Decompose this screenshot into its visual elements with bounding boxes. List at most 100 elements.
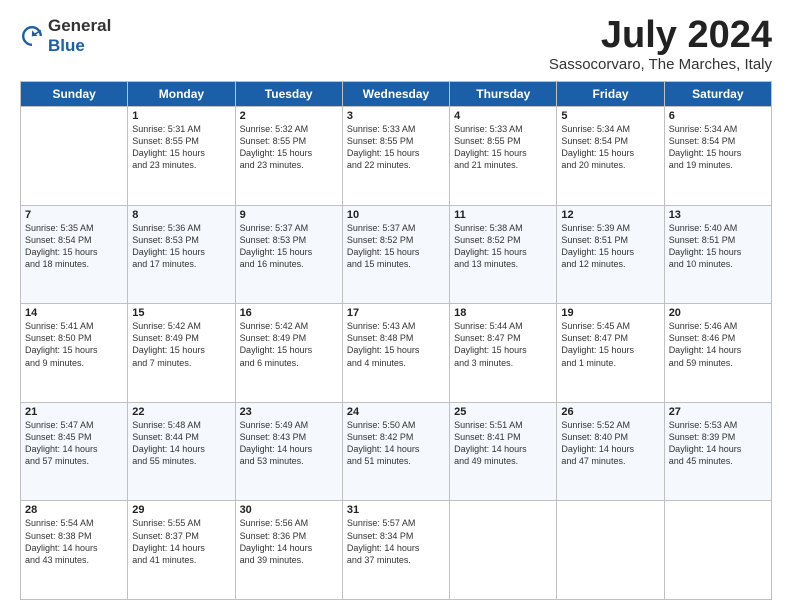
calendar-cell: 18Sunrise: 5:44 AM Sunset: 8:47 PM Dayli… <box>450 304 557 403</box>
calendar-cell: 1Sunrise: 5:31 AM Sunset: 8:55 PM Daylig… <box>128 107 235 206</box>
day-number: 21 <box>25 406 123 418</box>
day-content: Sunrise: 5:46 AM Sunset: 8:46 PM Dayligh… <box>669 320 767 369</box>
calendar-cell: 13Sunrise: 5:40 AM Sunset: 8:51 PM Dayli… <box>664 205 771 304</box>
day-content: Sunrise: 5:43 AM Sunset: 8:48 PM Dayligh… <box>347 320 445 369</box>
day-content: Sunrise: 5:45 AM Sunset: 8:47 PM Dayligh… <box>561 320 659 369</box>
calendar-week-2: 7Sunrise: 5:35 AM Sunset: 8:54 PM Daylig… <box>21 205 772 304</box>
day-content: Sunrise: 5:41 AM Sunset: 8:50 PM Dayligh… <box>25 320 123 369</box>
day-number: 24 <box>347 406 445 418</box>
day-content: Sunrise: 5:31 AM Sunset: 8:55 PM Dayligh… <box>132 123 230 172</box>
day-content: Sunrise: 5:33 AM Sunset: 8:55 PM Dayligh… <box>347 123 445 172</box>
day-content: Sunrise: 5:42 AM Sunset: 8:49 PM Dayligh… <box>240 320 338 369</box>
calendar-cell <box>450 501 557 600</box>
day-content: Sunrise: 5:55 AM Sunset: 8:37 PM Dayligh… <box>132 517 230 566</box>
day-number: 11 <box>454 209 552 221</box>
page: General Blue July 2024 Sassocorvaro, The… <box>0 0 792 612</box>
day-content: Sunrise: 5:35 AM Sunset: 8:54 PM Dayligh… <box>25 222 123 271</box>
month-title: July 2024 <box>549 16 772 54</box>
day-content: Sunrise: 5:40 AM Sunset: 8:51 PM Dayligh… <box>669 222 767 271</box>
day-number: 12 <box>561 209 659 221</box>
day-header-tuesday: Tuesday <box>235 82 342 107</box>
calendar-cell: 27Sunrise: 5:53 AM Sunset: 8:39 PM Dayli… <box>664 402 771 501</box>
day-number: 10 <box>347 209 445 221</box>
day-number: 20 <box>669 307 767 319</box>
day-header-friday: Friday <box>557 82 664 107</box>
calendar-cell: 3Sunrise: 5:33 AM Sunset: 8:55 PM Daylig… <box>342 107 449 206</box>
day-number: 4 <box>454 110 552 122</box>
day-content: Sunrise: 5:51 AM Sunset: 8:41 PM Dayligh… <box>454 419 552 468</box>
day-number: 14 <box>25 307 123 319</box>
calendar-cell: 5Sunrise: 5:34 AM Sunset: 8:54 PM Daylig… <box>557 107 664 206</box>
day-content: Sunrise: 5:34 AM Sunset: 8:54 PM Dayligh… <box>561 123 659 172</box>
day-content: Sunrise: 5:34 AM Sunset: 8:54 PM Dayligh… <box>669 123 767 172</box>
day-content: Sunrise: 5:56 AM Sunset: 8:36 PM Dayligh… <box>240 517 338 566</box>
day-number: 7 <box>25 209 123 221</box>
day-number: 1 <box>132 110 230 122</box>
day-content: Sunrise: 5:44 AM Sunset: 8:47 PM Dayligh… <box>454 320 552 369</box>
calendar-cell: 16Sunrise: 5:42 AM Sunset: 8:49 PM Dayli… <box>235 304 342 403</box>
calendar-week-5: 28Sunrise: 5:54 AM Sunset: 8:38 PM Dayli… <box>21 501 772 600</box>
location-subtitle: Sassocorvaro, The Marches, Italy <box>549 56 772 73</box>
day-content: Sunrise: 5:52 AM Sunset: 8:40 PM Dayligh… <box>561 419 659 468</box>
day-content: Sunrise: 5:36 AM Sunset: 8:53 PM Dayligh… <box>132 222 230 271</box>
calendar-cell: 24Sunrise: 5:50 AM Sunset: 8:42 PM Dayli… <box>342 402 449 501</box>
calendar-cell: 9Sunrise: 5:37 AM Sunset: 8:53 PM Daylig… <box>235 205 342 304</box>
calendar-cell: 28Sunrise: 5:54 AM Sunset: 8:38 PM Dayli… <box>21 501 128 600</box>
day-number: 25 <box>454 406 552 418</box>
calendar-cell: 21Sunrise: 5:47 AM Sunset: 8:45 PM Dayli… <box>21 402 128 501</box>
calendar-cell: 22Sunrise: 5:48 AM Sunset: 8:44 PM Dayli… <box>128 402 235 501</box>
calendar-cell: 26Sunrise: 5:52 AM Sunset: 8:40 PM Dayli… <box>557 402 664 501</box>
calendar-cell: 8Sunrise: 5:36 AM Sunset: 8:53 PM Daylig… <box>128 205 235 304</box>
day-number: 31 <box>347 504 445 516</box>
day-number: 23 <box>240 406 338 418</box>
day-number: 6 <box>669 110 767 122</box>
calendar-cell: 30Sunrise: 5:56 AM Sunset: 8:36 PM Dayli… <box>235 501 342 600</box>
day-content: Sunrise: 5:32 AM Sunset: 8:55 PM Dayligh… <box>240 123 338 172</box>
day-number: 22 <box>132 406 230 418</box>
day-number: 18 <box>454 307 552 319</box>
calendar-week-1: 1Sunrise: 5:31 AM Sunset: 8:55 PM Daylig… <box>21 107 772 206</box>
day-number: 5 <box>561 110 659 122</box>
day-header-monday: Monday <box>128 82 235 107</box>
calendar-cell <box>557 501 664 600</box>
calendar-header-row: SundayMondayTuesdayWednesdayThursdayFrid… <box>21 82 772 107</box>
logo-text: General Blue <box>48 16 111 55</box>
calendar-cell: 11Sunrise: 5:38 AM Sunset: 8:52 PM Dayli… <box>450 205 557 304</box>
calendar-cell: 14Sunrise: 5:41 AM Sunset: 8:50 PM Dayli… <box>21 304 128 403</box>
calendar-week-4: 21Sunrise: 5:47 AM Sunset: 8:45 PM Dayli… <box>21 402 772 501</box>
day-content: Sunrise: 5:37 AM Sunset: 8:53 PM Dayligh… <box>240 222 338 271</box>
day-content: Sunrise: 5:53 AM Sunset: 8:39 PM Dayligh… <box>669 419 767 468</box>
calendar-cell <box>664 501 771 600</box>
calendar-cell: 19Sunrise: 5:45 AM Sunset: 8:47 PM Dayli… <box>557 304 664 403</box>
calendar-cell: 17Sunrise: 5:43 AM Sunset: 8:48 PM Dayli… <box>342 304 449 403</box>
day-header-wednesday: Wednesday <box>342 82 449 107</box>
day-number: 13 <box>669 209 767 221</box>
calendar-cell: 7Sunrise: 5:35 AM Sunset: 8:54 PM Daylig… <box>21 205 128 304</box>
title-block: July 2024 Sassocorvaro, The Marches, Ita… <box>549 16 772 73</box>
day-header-sunday: Sunday <box>21 82 128 107</box>
day-number: 29 <box>132 504 230 516</box>
day-content: Sunrise: 5:57 AM Sunset: 8:34 PM Dayligh… <box>347 517 445 566</box>
day-content: Sunrise: 5:50 AM Sunset: 8:42 PM Dayligh… <box>347 419 445 468</box>
header: General Blue July 2024 Sassocorvaro, The… <box>20 16 772 73</box>
day-number: 19 <box>561 307 659 319</box>
day-number: 3 <box>347 110 445 122</box>
day-content: Sunrise: 5:39 AM Sunset: 8:51 PM Dayligh… <box>561 222 659 271</box>
day-content: Sunrise: 5:48 AM Sunset: 8:44 PM Dayligh… <box>132 419 230 468</box>
calendar-cell: 25Sunrise: 5:51 AM Sunset: 8:41 PM Dayli… <box>450 402 557 501</box>
day-number: 30 <box>240 504 338 516</box>
day-header-thursday: Thursday <box>450 82 557 107</box>
calendar-cell <box>21 107 128 206</box>
day-number: 28 <box>25 504 123 516</box>
calendar-cell: 12Sunrise: 5:39 AM Sunset: 8:51 PM Dayli… <box>557 205 664 304</box>
calendar-cell: 29Sunrise: 5:55 AM Sunset: 8:37 PM Dayli… <box>128 501 235 600</box>
day-content: Sunrise: 5:37 AM Sunset: 8:52 PM Dayligh… <box>347 222 445 271</box>
calendar-cell: 15Sunrise: 5:42 AM Sunset: 8:49 PM Dayli… <box>128 304 235 403</box>
day-number: 9 <box>240 209 338 221</box>
logo: General Blue <box>20 16 111 55</box>
day-number: 8 <box>132 209 230 221</box>
calendar-cell: 4Sunrise: 5:33 AM Sunset: 8:55 PM Daylig… <box>450 107 557 206</box>
calendar-cell: 2Sunrise: 5:32 AM Sunset: 8:55 PM Daylig… <box>235 107 342 206</box>
day-number: 2 <box>240 110 338 122</box>
logo-icon <box>20 24 44 48</box>
